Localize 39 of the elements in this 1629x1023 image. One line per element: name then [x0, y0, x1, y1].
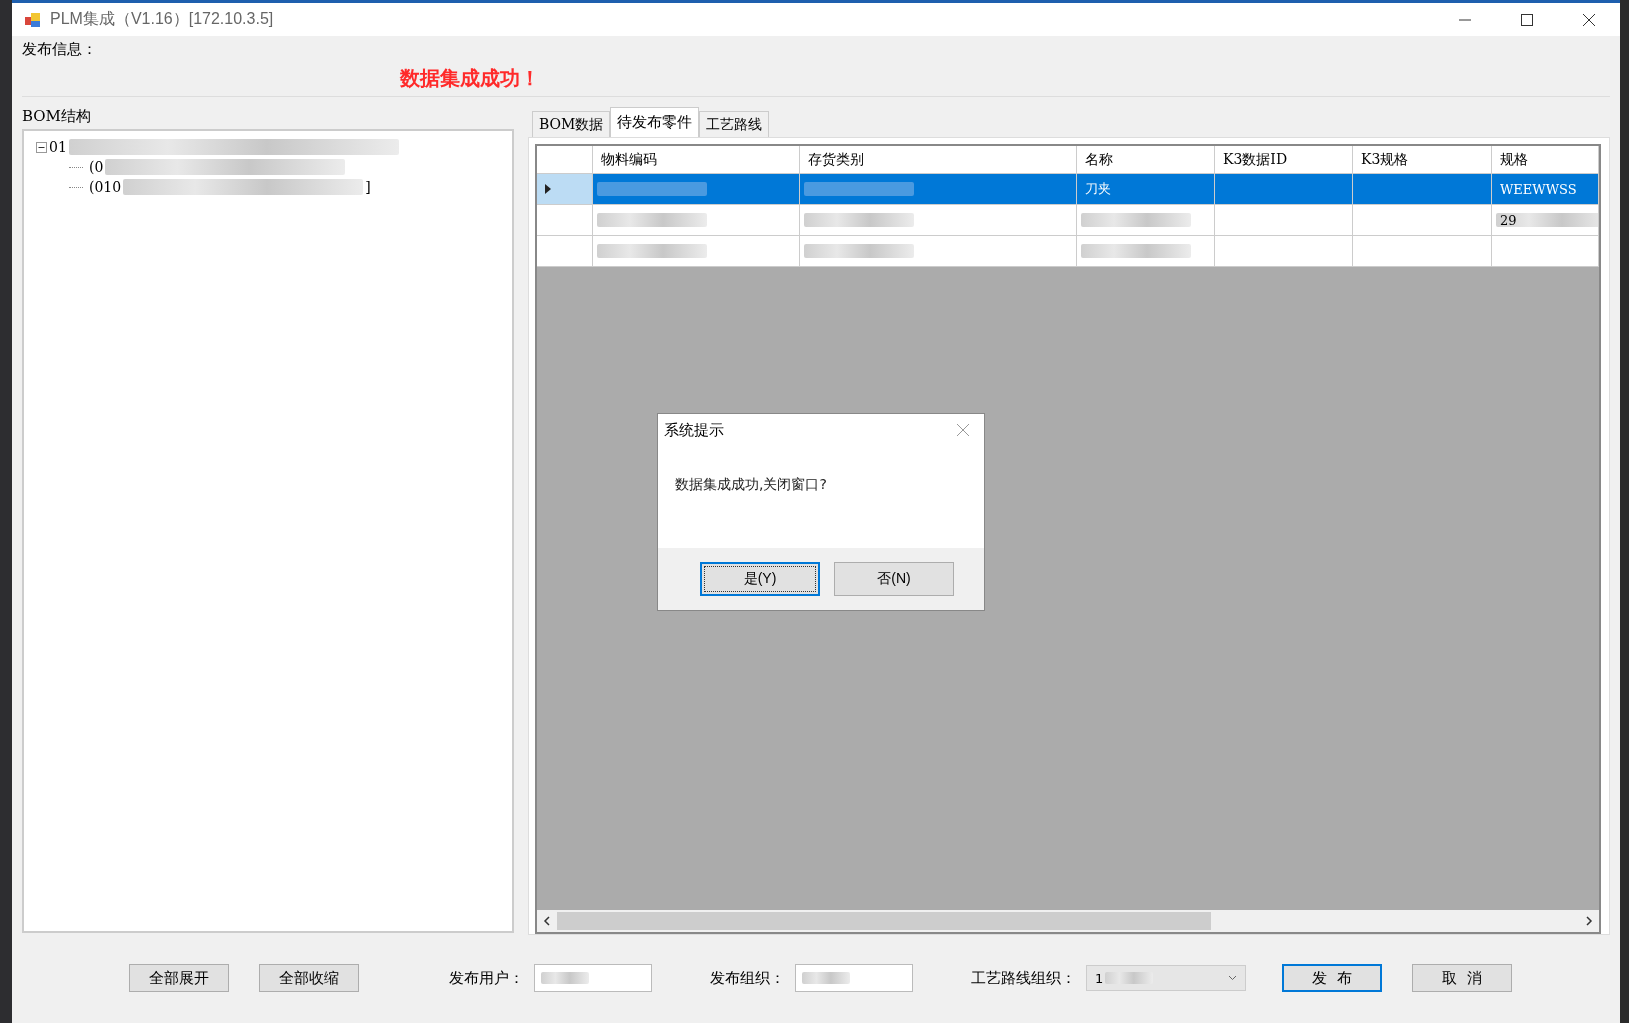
field-label: 发布用户： — [449, 968, 524, 988]
publish-button[interactable]: 发 布 — [1282, 964, 1382, 992]
tree-item[interactable]: (0 — [89, 159, 104, 175]
scroll-left-icon[interactable] — [543, 916, 551, 926]
table-cell: 29 — [1492, 205, 1599, 236]
scroll-right-icon[interactable] — [1585, 916, 1593, 926]
collapse-icon[interactable] — [36, 141, 47, 153]
table-cell: WEEWWSS — [1492, 174, 1599, 205]
window-title: PLM集成（V1.16）[172.10.3.5] — [50, 9, 274, 29]
dialog-title: 系统提示 — [664, 420, 724, 440]
app-icon — [24, 10, 42, 29]
caret-icon — [1228, 975, 1237, 981]
cancel-button[interactable]: 取 消 — [1412, 964, 1512, 992]
tree-item[interactable]: (010 — [89, 179, 122, 195]
close-icon[interactable] — [1582, 12, 1596, 27]
field-label: 发布组织： — [710, 968, 785, 988]
dialog-button[interactable]: 是(Y) — [700, 562, 820, 596]
dropdown-field[interactable]: 1 — [1086, 965, 1246, 991]
row-header[interactable] — [537, 236, 593, 267]
input-field[interactable] — [795, 964, 913, 992]
bom-structure-label: BOM结构 — [22, 107, 92, 127]
horizontal-scrollbar[interactable] — [537, 910, 1599, 932]
field-label: 工艺路线组织： — [971, 968, 1076, 988]
tree-item[interactable]: 01 — [49, 139, 67, 155]
tab[interactable]: BOM数据 — [532, 111, 611, 137]
collapse-all-button[interactable]: 全部收缩 — [259, 964, 359, 992]
tab[interactable]: 待发布零件 — [610, 107, 700, 137]
table-cell: 刀夹 — [1077, 174, 1215, 205]
current-row-icon — [545, 184, 551, 194]
scroll-thumb[interactable] — [557, 912, 1212, 930]
tab[interactable]: 工艺路线 — [699, 111, 770, 137]
publish-info-label: 发布信息： — [22, 40, 97, 59]
tree-item-end: ] — [365, 179, 371, 195]
expand-all-button[interactable]: 全部展开 — [129, 964, 229, 992]
success-message: 数据集成成功！ — [400, 65, 540, 92]
input-field[interactable] — [534, 964, 652, 992]
dialog-message: 数据集成成功,关闭窗口? — [674, 475, 828, 494]
dialog-button[interactable]: 否(N) — [834, 562, 954, 596]
maximize-icon[interactable] — [1520, 12, 1534, 27]
